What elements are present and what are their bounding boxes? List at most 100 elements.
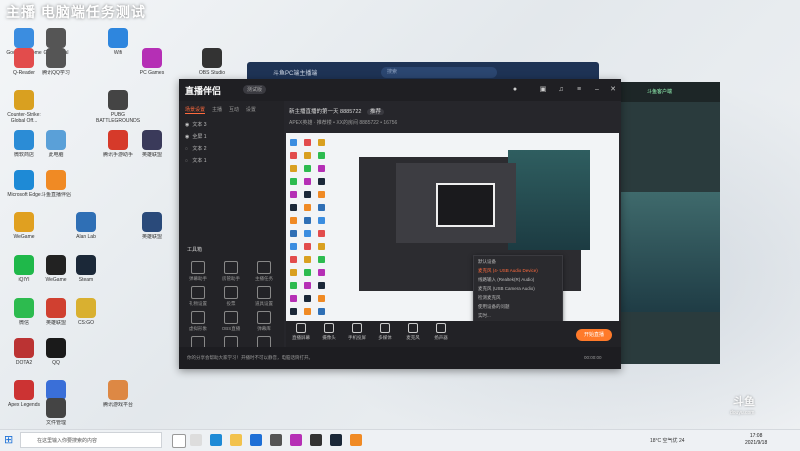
- toolbar-button[interactable]: 扬声器: [430, 323, 452, 341]
- desktop-icon[interactable]: 此电脑: [34, 130, 78, 164]
- tool-button[interactable]: 弹幕助手: [183, 261, 213, 282]
- watermark-url: douyu.com: [730, 410, 755, 416]
- dropdown-item[interactable]: 使用设备的问题: [478, 304, 510, 310]
- desktop-icon[interactable]: 英雄联盟: [130, 212, 174, 246]
- eye-icon[interactable]: ◉: [185, 122, 191, 128]
- clock[interactable]: 17:08 2021/9/18: [745, 433, 767, 447]
- desktop-icon-label: Steam: [78, 277, 94, 283]
- tool-button[interactable]: 主播任务: [249, 261, 279, 282]
- store-icon[interactable]: [250, 434, 262, 446]
- tool-button[interactable]: 道具设置: [249, 286, 279, 307]
- windows-start-icon[interactable]: ⊞: [4, 434, 16, 446]
- eye-icon[interactable]: ◉: [185, 134, 191, 140]
- app-icon: [108, 90, 128, 110]
- desktop-icon[interactable]: OBS Studio: [190, 48, 234, 82]
- bell-icon[interactable]: ♫: [557, 86, 565, 94]
- desktop-icon[interactable]: Counter-Strike: Global Off...: [2, 90, 46, 124]
- tool-button[interactable]: 投票: [216, 286, 246, 307]
- tool-label: 礼物设置: [189, 301, 207, 306]
- desktop-icon[interactable]: WeGame: [2, 212, 46, 246]
- preview-mini-icon: [304, 243, 311, 250]
- eye-icon[interactable]: ◌: [185, 158, 191, 164]
- tab-scene[interactable]: 场景设置: [185, 106, 206, 114]
- taskbar-search[interactable]: 在这里输入你要搜索的内容: [20, 432, 162, 448]
- start-live-button[interactable]: 开始直播: [576, 329, 612, 341]
- desktop-icon[interactable]: Steam: [64, 255, 108, 289]
- app-titlebar: 直播伴侣 测试版 ● ▣ ♫ ≡ – ✕: [179, 79, 621, 101]
- right-game-window[interactable]: 斗鱼客户端: [617, 82, 720, 364]
- preview-mini-icon: [304, 178, 311, 185]
- app-icon: [14, 380, 34, 400]
- app-icon: [76, 255, 96, 275]
- app-icon: [108, 28, 128, 48]
- toolbar-button[interactable]: 直播屏幕: [290, 323, 312, 341]
- toolbar-button[interactable]: 摄像头: [318, 323, 340, 341]
- desktop-icon[interactable]: PC Games: [130, 48, 174, 82]
- preview-mini-icon: [290, 295, 297, 302]
- obs-icon[interactable]: [310, 434, 322, 446]
- game-icon[interactable]: [290, 434, 302, 446]
- menu-icon[interactable]: ≡: [575, 86, 583, 94]
- close-icon[interactable]: ✕: [609, 86, 617, 94]
- desktop-icon[interactable]: 腾讯游戏平台: [96, 380, 140, 414]
- tool-button[interactable]: 礼物设置: [183, 286, 213, 307]
- avatar-icon[interactable]: ●: [511, 86, 519, 94]
- scene-item[interactable]: ◌ 文本 1: [185, 157, 207, 164]
- eye-icon[interactable]: ◌: [185, 146, 191, 152]
- preview-mini-icon: [318, 308, 325, 315]
- desktop-icon[interactable]: CS:GO: [64, 298, 108, 332]
- preview-mini-icon: [290, 165, 297, 172]
- widgets-icon[interactable]: [190, 434, 202, 446]
- douyu-icon[interactable]: [350, 434, 362, 446]
- desktop-icon[interactable]: QQ: [34, 338, 78, 372]
- scene-item[interactable]: ◉ 全屏 1: [185, 133, 207, 140]
- back-window-search[interactable]: 搜索: [381, 67, 497, 78]
- toolbox-title: 工具箱: [187, 247, 203, 253]
- dropdown-item[interactable]: 检测麦克风: [478, 295, 501, 301]
- tab-interact[interactable]: 互动: [229, 106, 239, 113]
- edge-icon[interactable]: [210, 434, 222, 446]
- dropdown-item[interactable]: 麦克风 (4- USB Audio Device): [478, 268, 538, 274]
- left-tabs: 场景设置 主播 互动 设置: [185, 106, 261, 114]
- minimize-icon[interactable]: –: [593, 86, 601, 94]
- audio-device-dropdown[interactable]: 默认设备麦克风 (4- USB Audio Device) 线路输入 (Realt…: [473, 255, 563, 325]
- status-time: 00:00:00: [584, 355, 602, 360]
- desktop-icon[interactable]: 斗鱼直播伴侣: [34, 170, 78, 204]
- preview-mini-icon: [304, 269, 311, 276]
- dropdown-item[interactable]: 线路输入 (Realtek(R) Audio): [478, 277, 534, 283]
- desktop-icon[interactable]: PUBG BATTLEGROUNDS: [96, 90, 140, 124]
- desktop-icon[interactable]: 文件管理: [34, 398, 78, 432]
- app-icon: [46, 255, 66, 275]
- preview-mini-icon: [304, 165, 311, 172]
- file-explorer-icon[interactable]: [230, 434, 242, 446]
- stream-title[interactable]: 新主播直播的第一天 8885722 推荐: [289, 107, 384, 115]
- tool-button[interactable]: 弹幕库: [249, 311, 279, 332]
- dropdown-item[interactable]: 实时...: [478, 313, 491, 319]
- desktop-icon[interactable]: 英雄联盟: [130, 130, 174, 164]
- tab-anchor[interactable]: 主播: [212, 106, 222, 113]
- task-view-icon[interactable]: [172, 434, 186, 448]
- tool-label: 弹幕库: [257, 326, 271, 331]
- gift-icon[interactable]: ▣: [539, 86, 547, 94]
- stream-preview[interactable]: [286, 133, 619, 321]
- toolbar-button[interactable]: 多媒体: [374, 323, 396, 341]
- tool-button[interactable]: 虚拟形象: [183, 311, 213, 332]
- dropdown-item[interactable]: 默认设备: [478, 259, 496, 265]
- tab-settings[interactable]: 设置: [246, 106, 256, 113]
- back-window-title: 斗鱼PC端主播端: [273, 71, 318, 77]
- scene-item[interactable]: ◉ 文本 3: [185, 121, 207, 128]
- tool-button[interactable]: 房管助手: [216, 261, 246, 282]
- desktop-icon[interactable]: 腾讯QQ学习: [34, 48, 78, 82]
- mail-icon[interactable]: [270, 434, 282, 446]
- right-window-title: 斗鱼客户端: [617, 82, 720, 102]
- scene-item[interactable]: ◌ 文本 2: [185, 145, 207, 152]
- desktop-icon[interactable]: Alan Lab: [64, 212, 108, 246]
- scene-label: 文本 3: [192, 122, 207, 128]
- dropdown-item[interactable]: 麦克风 (USB Camera Audio): [478, 286, 535, 292]
- tool-button[interactable]: OBS直播: [216, 311, 246, 332]
- weather-tray[interactable]: 18°C 空气优 24: [650, 437, 685, 444]
- preview-mini-icon: [290, 269, 297, 276]
- steam-icon[interactable]: [330, 434, 342, 446]
- toolbar-button[interactable]: 手机投屏: [346, 323, 368, 341]
- toolbar-button[interactable]: 麦克风: [402, 323, 424, 341]
